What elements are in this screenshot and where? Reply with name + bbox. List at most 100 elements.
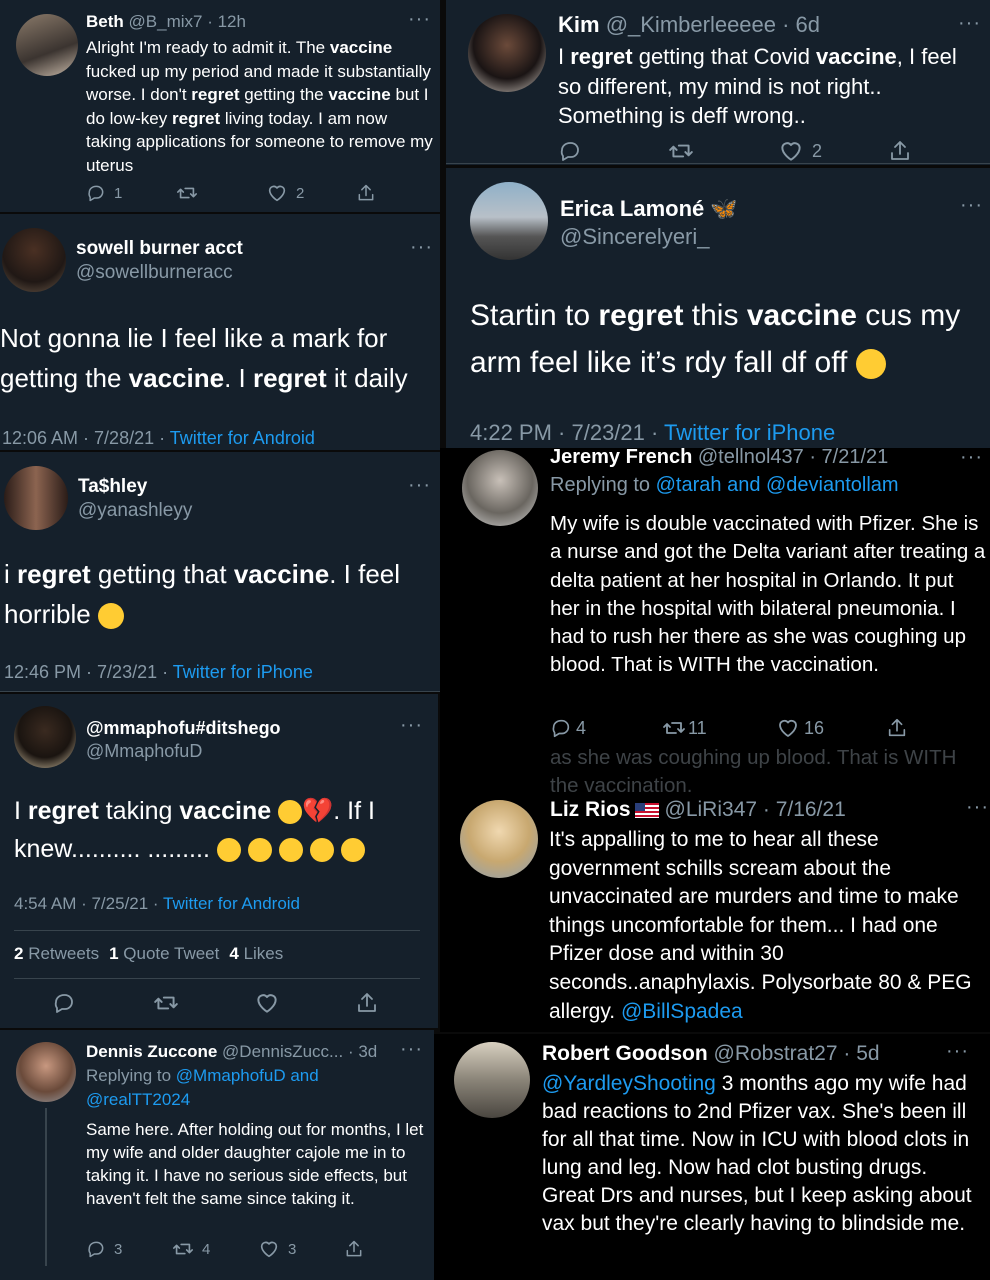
author-name[interactable]: Kim [558, 12, 600, 37]
author-handle[interactable]: @B_mix7 [129, 12, 203, 31]
retweet-button[interactable] [176, 182, 266, 204]
author-name[interactable]: Robert Goodson [542, 1042, 708, 1065]
tweet-text: I regret taking vaccine 💔. If I knew....… [14, 797, 375, 863]
retweet-icon [153, 990, 179, 1016]
author-name[interactable]: Liz Rios [550, 798, 631, 821]
retweet-icon [176, 182, 198, 204]
tweet-text: Same here. After holding out for months,… [86, 1120, 424, 1208]
tweet-text: It's appalling to me to hear all these g… [549, 828, 972, 1023]
reply-button[interactable] [52, 991, 153, 1015]
tweet-time[interactable]: · 12h [207, 12, 246, 31]
quote-tweets-count[interactable]: 1 Quote Tweet [109, 944, 219, 964]
replying-to-label: Replying to [550, 474, 656, 496]
share-button[interactable] [355, 991, 379, 1015]
retweet-button[interactable]: 4 [172, 1238, 258, 1260]
avatar[interactable] [16, 14, 78, 76]
thread-line [45, 1108, 47, 1266]
tweet-timestamp[interactable]: 12:06 AM · 7/28/21 · [2, 428, 170, 448]
more-options-icon[interactable]: ··· [960, 194, 983, 217]
author-handle[interactable]: @sowellburneracc [76, 262, 243, 284]
tweet-beth: Beth @B_mix7 · 12h ··· Alright I'm ready… [0, 0, 440, 212]
tweet-source[interactable]: Twitter for Android [170, 428, 315, 448]
share-icon [888, 139, 912, 163]
share-button[interactable] [344, 1239, 364, 1259]
like-button[interactable]: 16 [776, 716, 886, 740]
author-handle[interactable]: @Sincerelyeri_ [560, 224, 738, 250]
more-options-icon[interactable]: ··· [400, 714, 423, 737]
more-options-icon[interactable]: ··· [958, 12, 981, 35]
butterfly-icon: 🦋 [710, 196, 738, 221]
avatar[interactable] [14, 706, 76, 768]
ghost-text: as she was coughing up blood. That is WI… [550, 746, 957, 798]
tweet-timestamp[interactable]: 4:22 PM · 7/23/21 · [470, 420, 664, 445]
reply-button[interactable]: 3 [86, 1239, 172, 1259]
avatar[interactable] [460, 800, 538, 878]
heart-icon [266, 182, 288, 204]
avatar[interactable] [16, 1042, 76, 1102]
avatar[interactable] [468, 14, 546, 92]
tweet-text: @YardleyShooting 3 months ago my wife ha… [542, 1072, 972, 1235]
author-name[interactable]: Dennis Zuccone [86, 1042, 217, 1061]
reply-button[interactable]: 1 [86, 183, 176, 203]
tweet-source[interactable]: Twitter for Android [163, 894, 300, 913]
avatar[interactable] [4, 466, 68, 530]
author-name[interactable]: Beth [86, 12, 124, 31]
author-handle[interactable]: @MmaphofuD [86, 741, 281, 762]
author-handle[interactable]: @LiRi347 · 7/16/21 [665, 798, 846, 821]
more-options-icon[interactable]: ··· [410, 236, 433, 259]
more-options-icon[interactable]: ··· [408, 474, 431, 497]
avatar[interactable] [454, 1042, 530, 1118]
author-handle[interactable]: @_Kimberleeeee · 6d [606, 12, 820, 37]
share-icon [356, 183, 376, 203]
tweet-source[interactable]: Twitter for iPhone [173, 662, 313, 682]
like-button[interactable]: 3 [258, 1238, 344, 1260]
mention-link[interactable]: @BillSpadea [621, 1000, 743, 1023]
retweet-button[interactable]: 11 [662, 716, 776, 740]
author-handle[interactable]: @DennisZucc... · 3d [222, 1042, 377, 1061]
share-button[interactable] [888, 139, 912, 163]
more-options-icon[interactable]: ··· [408, 8, 431, 31]
author-name[interactable]: Jeremy French [550, 448, 692, 468]
tweet-dennis: Dennis Zuccone @DennisZucc... · 3d ··· R… [0, 1030, 434, 1280]
share-button[interactable] [886, 717, 908, 739]
tweet-tashley: Ta$hley @yanashleyy ··· i regret getting… [0, 452, 440, 692]
avatar[interactable] [470, 182, 548, 260]
like-button[interactable]: 2 [266, 182, 356, 204]
heart-icon [258, 1238, 280, 1260]
reply-to-link[interactable]: @tarah and @deviantollam [656, 474, 899, 496]
pleading-face-emoji [97, 603, 124, 630]
likes-count[interactable]: 4 Likes [229, 944, 283, 964]
reply-button[interactable] [558, 139, 668, 163]
retweet-icon [668, 138, 694, 164]
author-name[interactable]: Ta$hley [78, 476, 192, 498]
author-name[interactable]: Erica Lamoné [560, 196, 704, 221]
retweets-count[interactable]: 2 Retweets [14, 944, 99, 964]
tweet-source[interactable]: Twitter for iPhone [664, 420, 835, 445]
author-handle[interactable]: @yanashleyy [78, 500, 192, 522]
retweet-button[interactable] [153, 990, 254, 1016]
avatar[interactable] [462, 450, 538, 526]
more-options-icon[interactable]: ··· [966, 798, 989, 819]
tweet-text: i regret getting that vaccine. I feel ho… [4, 559, 401, 630]
more-options-icon[interactable]: ··· [400, 1038, 423, 1061]
author-name[interactable]: @mmaphofu#ditshego [86, 718, 281, 739]
mention-link[interactable]: @YardleyShooting [542, 1072, 716, 1095]
tweet-sowell: sowell burner acct @sowellburneracc ··· … [0, 214, 440, 450]
author-name[interactable]: sowell burner acct [76, 238, 243, 260]
reply-button[interactable]: 4 [550, 717, 662, 739]
avatar[interactable] [2, 228, 66, 292]
share-button[interactable] [356, 183, 376, 203]
author-handle[interactable]: @Robstrat27 · 5d [714, 1042, 880, 1065]
author-handle[interactable]: @tellnol437 · 7/21/21 [698, 448, 888, 468]
tweet-timestamp[interactable]: 12:46 PM · 7/23/21 · [4, 662, 173, 682]
more-options-icon[interactable]: ··· [960, 448, 983, 469]
more-options-icon[interactable]: ··· [946, 1040, 969, 1063]
like-button[interactable] [254, 990, 355, 1016]
like-button[interactable]: 2 [778, 138, 888, 164]
heart-icon [776, 716, 800, 740]
retweet-button[interactable] [668, 138, 778, 164]
us-flag-icon [634, 802, 659, 818]
tweet-jeremy: ··· Jeremy French @tellnol437 · 7/21/21 … [440, 448, 990, 798]
tweet-timestamp[interactable]: 4:54 AM · 7/25/21 · [14, 894, 163, 913]
crying-face-emoji [278, 838, 303, 863]
